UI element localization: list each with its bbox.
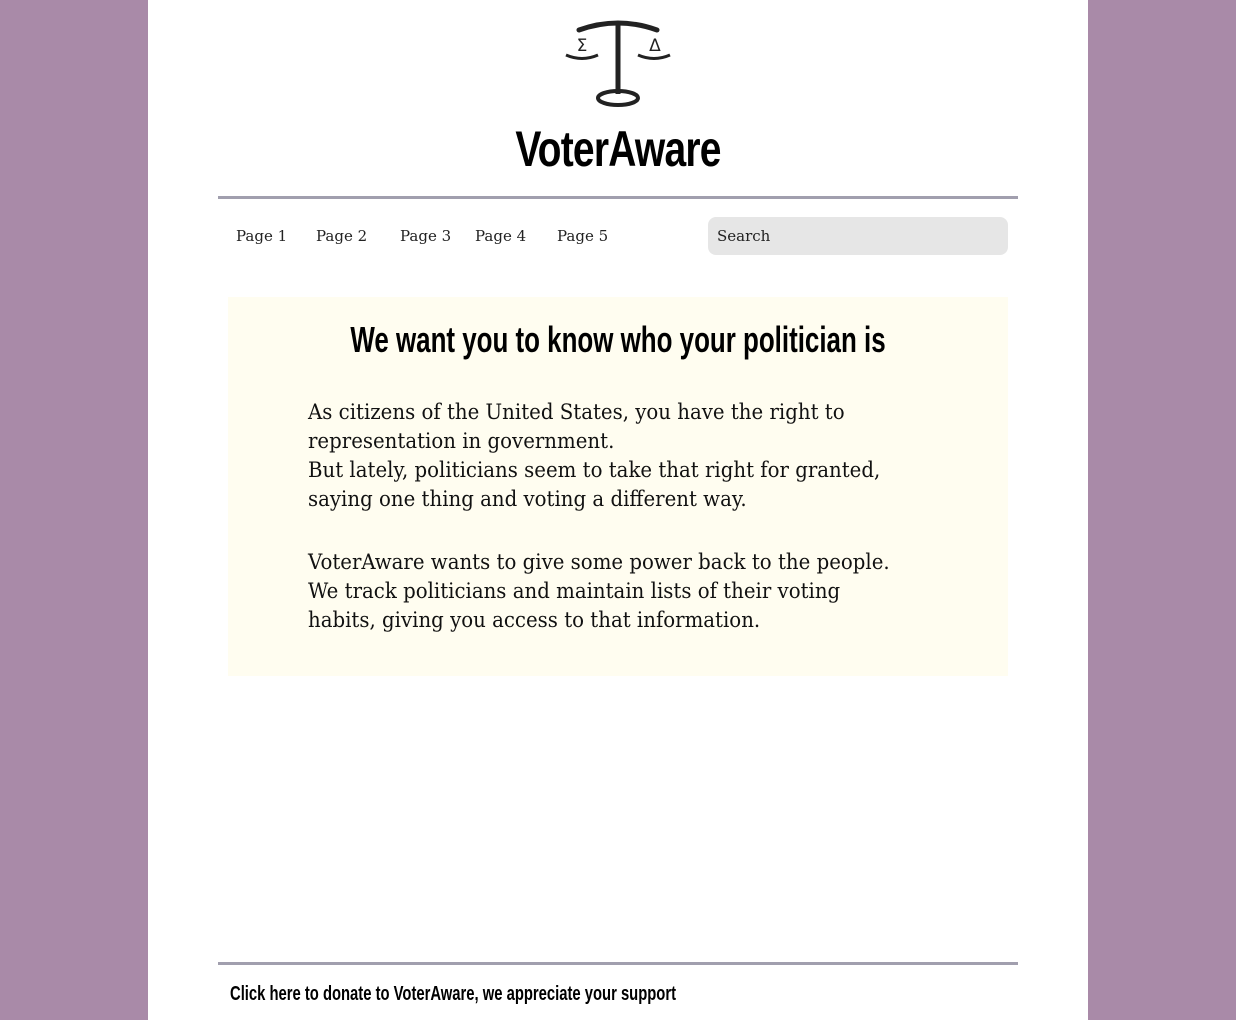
paragraph-line: But lately, politicians seem to take tha…: [308, 458, 881, 482]
paragraph-line: saying one thing and voting a different …: [308, 487, 747, 511]
paragraph-line: habits, giving you access to that inform…: [308, 608, 761, 632]
header-divider: [218, 196, 1018, 199]
nav-link-page-4[interactable]: Page 4: [475, 226, 526, 246]
paragraph-line: As citizens of the United States, you ha…: [308, 400, 845, 424]
scales-of-justice-icon: Σ Δ: [565, 20, 671, 107]
nav-link-page-3[interactable]: Page 3: [400, 226, 451, 246]
nav-link-page-1[interactable]: Page 1: [236, 226, 287, 246]
intro-panel: We want you to know who your politician …: [228, 297, 1008, 676]
page-container: Σ Δ VoterAware Page 1 Page 2 Page 3 Page…: [148, 0, 1088, 1020]
logo-sigma-symbol: Σ: [577, 36, 588, 56]
search-input[interactable]: [708, 217, 1008, 255]
footer-divider: [218, 962, 1018, 965]
donate-link[interactable]: Click here to donate to VoterAware, we a…: [230, 980, 676, 1008]
paragraph-line: representation in government.: [308, 429, 615, 453]
main-headline: We want you to know who your politician …: [350, 319, 886, 360]
nav-link-page-2[interactable]: Page 2: [316, 226, 367, 246]
intro-paragraph: As citizens of the United States, you ha…: [308, 398, 891, 514]
nav-link-page-5[interactable]: Page 5: [557, 226, 608, 246]
paragraph-line: VoterAware wants to give some power back…: [308, 550, 890, 574]
mission-paragraph: VoterAware wants to give some power back…: [308, 548, 891, 635]
site-title: VoterAware: [515, 121, 721, 177]
paragraph-line: We track politicians and maintain lists …: [308, 579, 841, 603]
logo-delta-symbol: Δ: [649, 36, 661, 56]
